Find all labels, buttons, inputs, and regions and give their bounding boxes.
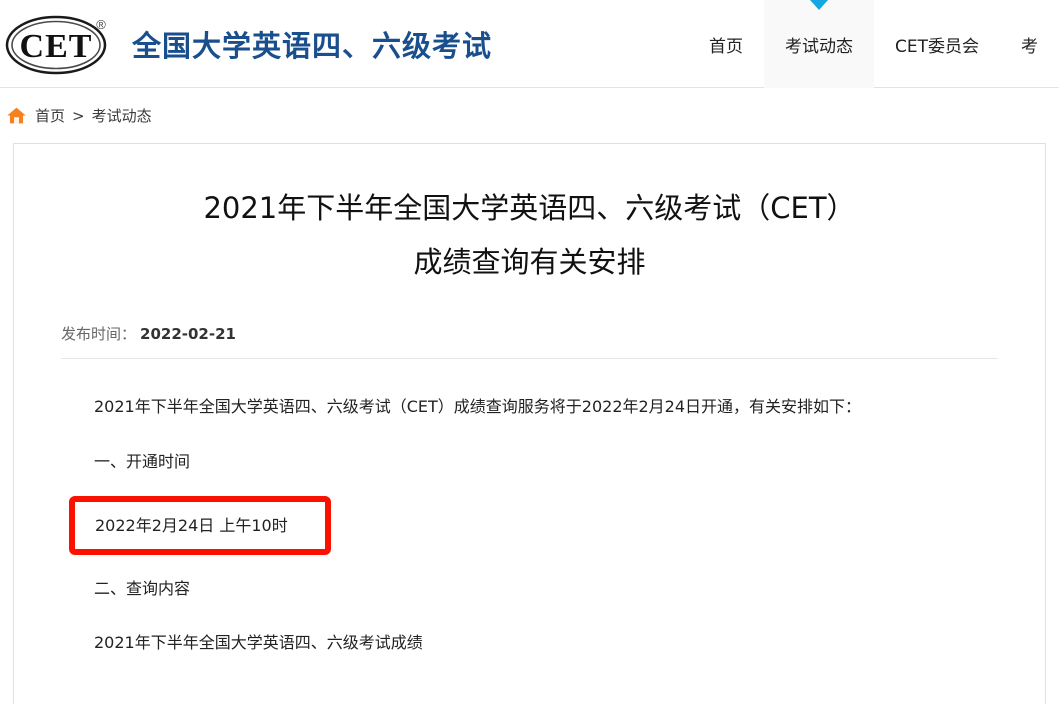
red-highlight-box: 2022年2月24日 上午10时 (69, 496, 331, 556)
article-heading-query-content: 二、查询内容 (94, 579, 191, 599)
breadcrumb: 首页 > 考试动态 (0, 88, 1059, 143)
article-card: 2021年下半年全国大学英语四、六级考试（CET） 成绩查询有关安排 发布时间：… (13, 143, 1046, 704)
svg-text:®: ® (96, 17, 106, 32)
main-navigation: 首页 考试动态 CET委员会 考 (688, 0, 1059, 88)
site-header: CET ® 全国大学英语四、六级考试 首页 考试动态 CET委员会 考 (0, 0, 1059, 88)
nav-item-label: 首页 (709, 36, 743, 57)
nav-item-label: 考试动态 (785, 36, 853, 57)
active-tab-caret-icon (810, 0, 828, 10)
nav-item-label: CET委员会 (895, 36, 979, 57)
nav-item-exam-news[interactable]: 考试动态 (764, 0, 874, 88)
breadcrumb-item-exam-news[interactable]: 考试动态 (92, 105, 152, 126)
nav-item-cet-committee[interactable]: CET委员会 (874, 0, 1000, 88)
page-title-line-2: 成绩查询有关安排 (413, 244, 646, 279)
article-paragraph-intro: 2021年下半年全国大学英语四、六级考试（CET）成绩查询服务将于2022年2月… (94, 397, 862, 417)
article-heading-open-time: 一、开通时间 (94, 451, 191, 471)
site-brand[interactable]: CET ® 全国大学英语四、六级考试 (0, 0, 492, 88)
page-title: 2021年下半年全国大学英语四、六级考试（CET） 成绩查询有关安排 (14, 144, 1045, 289)
article-paragraph-score: 2021年下半年全国大学英语四、六级考试成绩 (94, 633, 423, 653)
publish-time-label: 发布时间： (61, 325, 137, 344)
highlight-open-time-text: 2022年2月24日 上午10时 (95, 516, 288, 536)
cet-oval-logo-icon: CET ® (4, 12, 122, 76)
highlight-container: 2022年2月24日 上午10时 (61, 490, 998, 561)
nav-item-home[interactable]: 首页 (688, 0, 764, 88)
publish-time-value: 2022-02-21 (140, 325, 236, 344)
breadcrumb-separator: > (72, 106, 85, 125)
publish-meta: 发布时间： 2022-02-21 (61, 323, 998, 360)
home-icon (6, 105, 27, 126)
breadcrumb-item-home[interactable]: 首页 (35, 105, 65, 126)
nav-item-overflow[interactable]: 考 (1000, 0, 1059, 88)
svg-text:CET: CET (20, 28, 93, 65)
brand-title: 全国大学英语四、六级考试 (132, 29, 493, 63)
page-title-line-1: 2021年下半年全国大学英语四、六级考试（CET） (203, 191, 856, 225)
nav-item-label: 考 (1021, 36, 1038, 57)
article-body: 2021年下半年全国大学英语四、六级考试（CET）成绩查询服务将于2022年2月… (61, 359, 998, 670)
